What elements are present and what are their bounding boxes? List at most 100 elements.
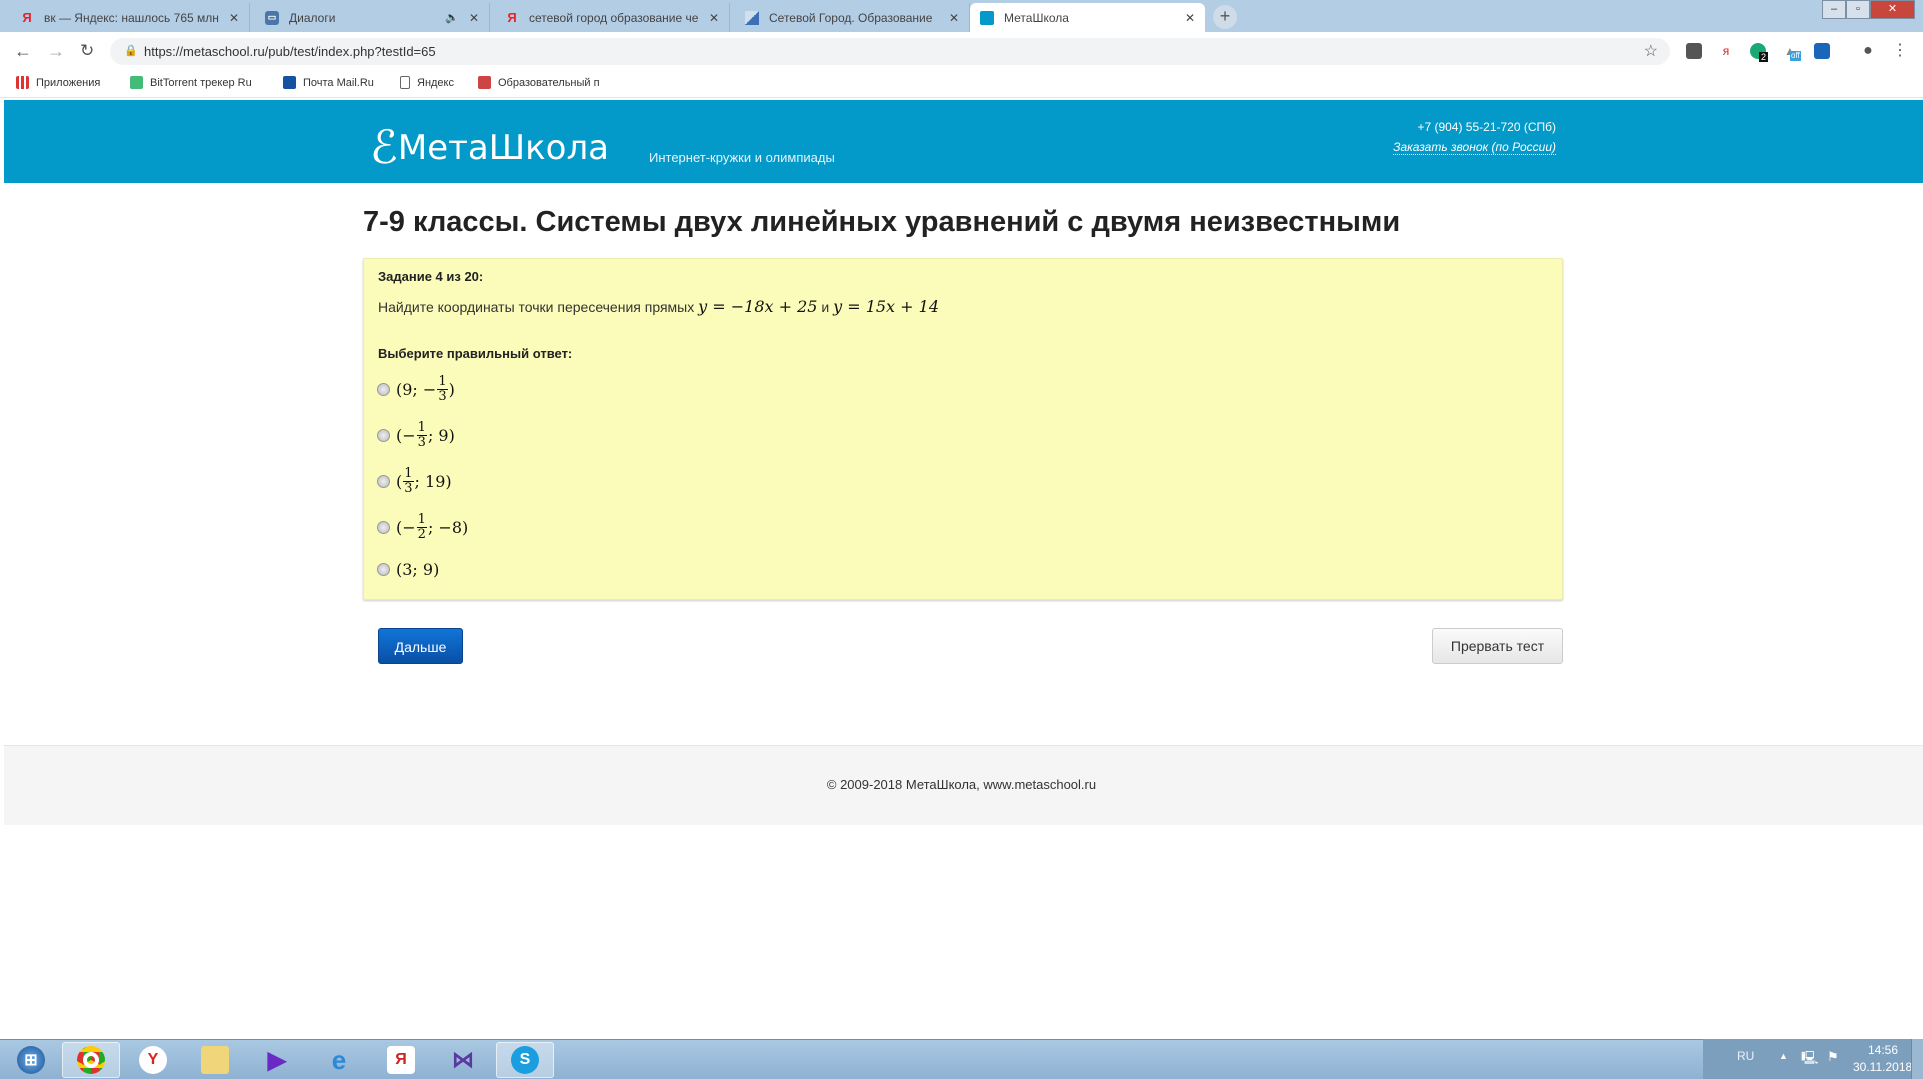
show-hidden-icons[interactable]: ▲	[1779, 1051, 1788, 1061]
bookmark-item[interactable]: Образовательный п	[478, 76, 600, 89]
action-center-flag-icon[interactable]: ⚑	[1827, 1049, 1839, 1065]
bookmark-item[interactable]: BitTorrent трекер Ru	[130, 76, 252, 89]
close-tab-icon[interactable]: ✕	[1185, 11, 1195, 25]
denominator: 3	[404, 481, 413, 496]
system-tray: RU ▲ 🖳 ⚑ 14:56 30.11.2018	[1703, 1039, 1923, 1079]
bookmark-label: Приложения	[36, 76, 101, 89]
taskbar-yandex-browser[interactable]: Y	[124, 1042, 182, 1078]
bookmark-label: BitTorrent трекер Ru	[150, 76, 252, 89]
callback-link[interactable]: Заказать звонок (по России)	[1393, 140, 1556, 155]
site-slogan: Интернет-кружки и олимпиады	[649, 150, 835, 165]
taskbar-media-player[interactable]: ▶	[248, 1042, 306, 1078]
bookmark-label: Яндекс	[417, 76, 454, 89]
copyright: © 2009-2018 МетаШкола, www.metaschool.ru	[826, 777, 1097, 792]
menu-icon[interactable]: ⋮	[1892, 43, 1908, 59]
radio-button[interactable]	[377, 521, 390, 534]
bookmark-label: Образовательный п	[498, 76, 600, 89]
reload-icon[interactable]: ↻	[80, 41, 94, 61]
clock-time[interactable]: 14:56	[1858, 1043, 1908, 1057]
new-tab-button[interactable]: +	[1213, 5, 1237, 29]
yandex-extension-icon[interactable]: я	[1718, 43, 1734, 59]
show-desktop-button[interactable]	[1911, 1039, 1923, 1079]
metaschool-icon	[980, 10, 994, 25]
yandex-browser-icon: Y	[139, 1046, 167, 1074]
numerator: 1	[437, 374, 448, 390]
back-icon[interactable]: ←	[14, 41, 32, 62]
extension-badge: off	[1790, 51, 1801, 61]
profile-icon[interactable]: ●	[1860, 43, 1876, 59]
taskbar-app[interactable]: ⋈	[434, 1042, 492, 1078]
tab-title: Сетевой Город. Образование	[769, 10, 933, 25]
browser-tab-active[interactable]: МетаШкола ✕	[970, 3, 1205, 32]
minimize-button[interactable]: –	[1822, 0, 1846, 19]
numerator: 1	[416, 512, 427, 528]
answer-option[interactable]: (3; 9)	[377, 560, 439, 579]
bittorrent-icon	[130, 76, 143, 89]
taskbar-explorer[interactable]	[186, 1042, 244, 1078]
address-bar[interactable]: 🔒 https://metaschool.ru/pub/test/index.ph…	[110, 38, 1670, 65]
option-text: ; 19)	[414, 472, 452, 491]
yandex-icon: Я	[387, 1046, 415, 1074]
close-tab-icon[interactable]: ✕	[709, 11, 719, 25]
taskbar-chrome[interactable]	[62, 1042, 120, 1078]
browser-tab[interactable]: Явк — Яндекс: нашлось 765 млн ✕	[10, 3, 250, 32]
taskbar-skype[interactable]: S	[496, 1042, 554, 1078]
browser-tab[interactable]: ▭ Диалоги 🔈 ✕	[255, 3, 490, 32]
answer-option[interactable]: (− 1 3; 9)	[377, 421, 455, 450]
question-text: Найдите координаты точки пересечения пря…	[378, 297, 939, 316]
close-tab-icon[interactable]: ✕	[949, 11, 959, 25]
option-text: (−	[396, 518, 416, 537]
bookmark-star-icon[interactable]: ☆	[1644, 38, 1658, 65]
option-text: (	[396, 472, 403, 491]
start-button[interactable]: ⊞	[2, 1042, 60, 1078]
question-label: Найдите координаты точки пересечения пря…	[378, 299, 695, 315]
mailru-icon	[283, 76, 296, 89]
apps-grid-icon	[16, 76, 29, 89]
taskbar-ie[interactable]: e	[310, 1042, 368, 1078]
extension-icon[interactable]: 2	[1750, 43, 1769, 62]
phone-number: +7 (904) 55-21-720 (СПб)	[1417, 120, 1556, 134]
bookmark-label: Почта Mail.Ru	[303, 76, 374, 89]
tab-title: сетевой город образование че	[529, 10, 699, 25]
browser-tab[interactable]: Ясетевой город образование че ✕	[495, 3, 730, 32]
windows-logo-icon: ⊞	[17, 1046, 45, 1074]
radio-button[interactable]	[377, 475, 390, 488]
answer-option[interactable]: (1 3; 19)	[377, 467, 452, 496]
abort-test-button[interactable]: Прервать тест	[1432, 628, 1563, 664]
language-indicator[interactable]: RU	[1737, 1049, 1754, 1063]
option-text: ; 9)	[427, 426, 455, 445]
option-text: )	[448, 380, 455, 399]
answer-option[interactable]: (9; −1 3)	[377, 375, 455, 404]
extension-icon[interactable]: ▲off	[1782, 43, 1801, 61]
close-window-button[interactable]: ✕	[1870, 0, 1915, 19]
speaker-icon[interactable]: 🔈	[445, 11, 459, 24]
site-logo[interactable]: ℰМетаШкола	[370, 116, 609, 174]
extension-icon[interactable]	[1814, 43, 1830, 59]
maximize-button[interactable]: ▫	[1846, 0, 1870, 19]
page-title: 7-9 классы. Системы двух линейных уравне…	[363, 206, 1401, 238]
chrome-icon	[77, 1046, 105, 1074]
bookmark-apps[interactable]: Приложения	[16, 76, 100, 89]
clock-date[interactable]: 30.11.2018	[1853, 1060, 1912, 1074]
answer-option[interactable]: (− 1 2; −8)	[377, 513, 468, 542]
ie-icon: e	[331, 1044, 347, 1075]
browser-tab[interactable]: Сетевой Город. Образование ✕	[735, 3, 970, 32]
radio-button[interactable]	[377, 429, 390, 442]
bookmark-item[interactable]: Яндекс	[400, 76, 454, 89]
network-icon[interactable]: 🖳	[1801, 1049, 1818, 1071]
next-button[interactable]: Дальше	[378, 628, 463, 664]
bookmark-item[interactable]: Почта Mail.Ru	[283, 76, 374, 89]
close-tab-icon[interactable]: ✕	[469, 11, 479, 25]
folder-icon	[201, 1046, 229, 1074]
taskbar-yandex[interactable]: Я	[372, 1042, 430, 1078]
denominator: 3	[417, 435, 426, 450]
equation-2: y = 15x + 14	[833, 297, 940, 316]
forward-icon[interactable]: →	[47, 41, 65, 62]
site-header	[4, 100, 1923, 183]
url-text: https://metaschool.ru/pub/test/index.php…	[144, 44, 436, 59]
tab-title: Диалоги	[289, 10, 336, 25]
radio-button[interactable]	[377, 383, 390, 396]
radio-button[interactable]	[377, 563, 390, 576]
close-tab-icon[interactable]: ✕	[229, 11, 239, 25]
extension-icon[interactable]	[1686, 43, 1702, 59]
